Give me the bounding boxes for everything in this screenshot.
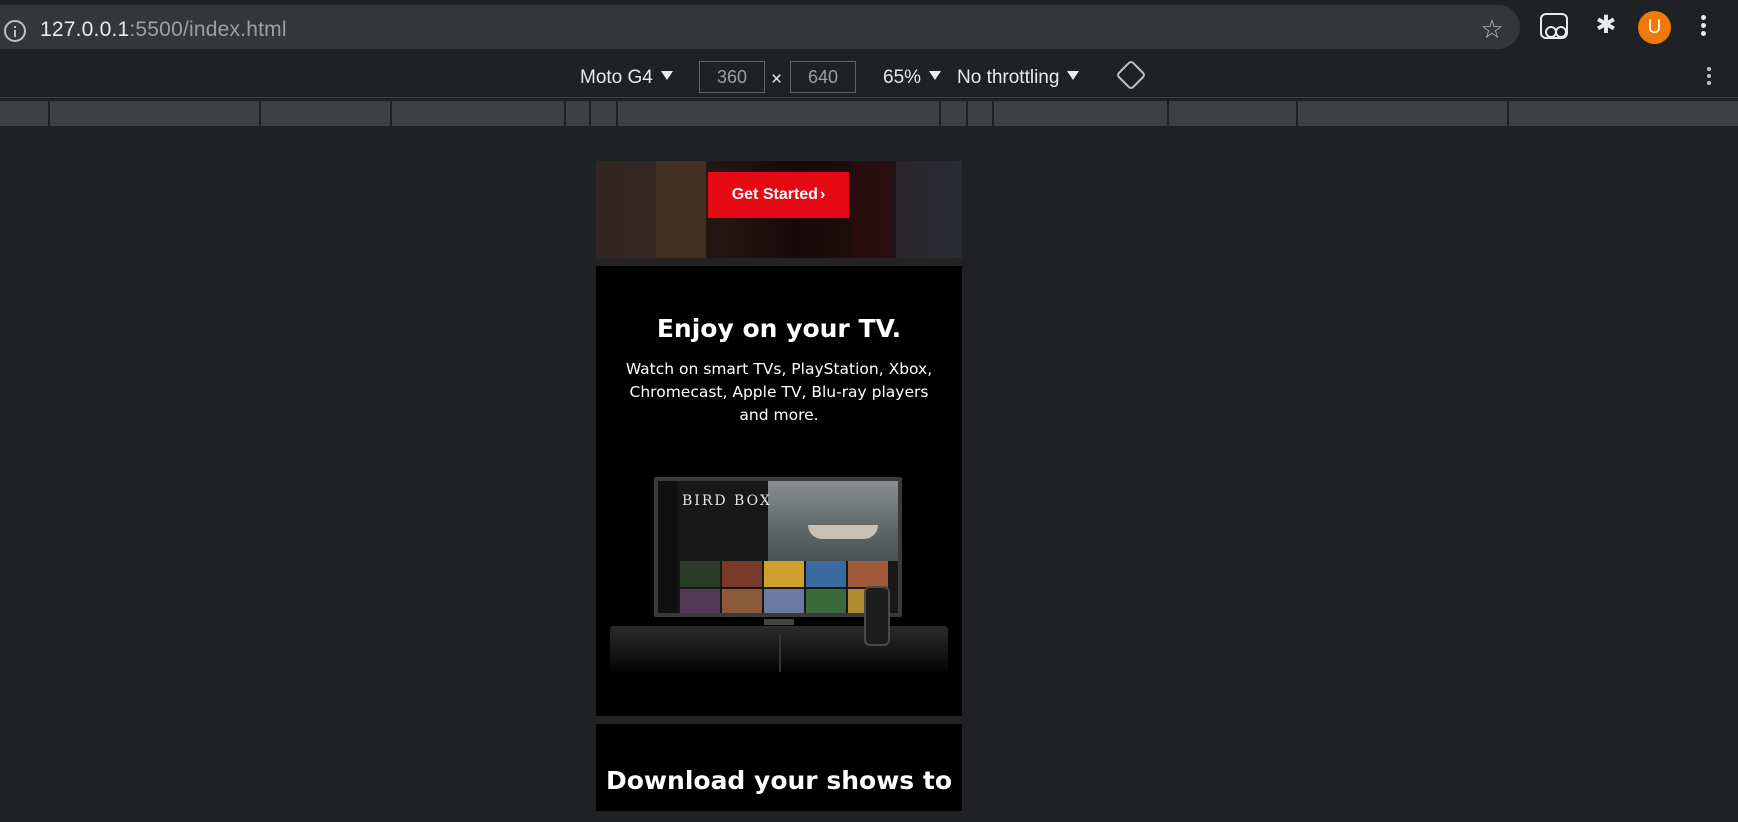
hero-section: Get Started › <box>596 161 962 258</box>
tv-thumb <box>722 561 762 587</box>
extension-icon[interactable] <box>1540 13 1568 39</box>
url-path: :5500/index.html <box>129 18 287 41</box>
tv-thumb <box>806 589 846 613</box>
zoom-value: 65% <box>883 67 922 88</box>
tv-section: Enjoy on your TV. Watch on smart TVs, Pl… <box>596 266 962 716</box>
get-started-label: Get Started <box>731 186 818 203</box>
ruler-segment[interactable] <box>589 101 591 126</box>
device-toolbar: Moto G4 360 × 640 65% No throttling <box>0 52 1738 98</box>
tv-section-title: Enjoy on your TV. <box>656 314 902 343</box>
ruler-segment[interactable] <box>1507 101 1509 126</box>
device-select[interactable]: Moto G4 <box>580 67 673 89</box>
address-bar[interactable]: 127.0.0.1:5500/index.html ☆ <box>0 5 1520 49</box>
zoom-select[interactable]: 65% <box>883 67 942 89</box>
tv-screen-title: BIRD BOX <box>682 493 772 509</box>
ruler-segment[interactable] <box>992 101 994 126</box>
tv-thumb <box>848 561 888 587</box>
profile-avatar[interactable]: U <box>1638 11 1671 44</box>
ruler-segment[interactable] <box>1296 101 1298 126</box>
throttling-select[interactable]: No throttling <box>957 67 1080 89</box>
zoom-dropdown-icon <box>929 71 942 80</box>
tv-thumb <box>764 561 804 587</box>
media-query-ruler[interactable] <box>0 101 1738 126</box>
remote-control <box>864 586 890 646</box>
device-viewport: Get Started › Enjoy on your TV. Watch on … <box>596 161 962 811</box>
chevron-right-icon: › <box>819 186 826 203</box>
browser-toolbar: 127.0.0.1:5500/index.html ☆ ✱ U <box>0 0 1738 52</box>
extensions-puzzle-icon[interactable]: ✱ <box>1592 11 1620 39</box>
url-host: 127.0.0.1 <box>40 18 130 41</box>
section-divider <box>596 258 962 266</box>
ruler-segment[interactable] <box>259 101 261 126</box>
width-input[interactable]: 360 <box>699 61 765 93</box>
section-divider <box>596 716 962 724</box>
tv-section-text: Watch on smart TVs, PlayStation, Xbox, C… <box>625 360 933 424</box>
tv-stand-divider <box>779 634 781 672</box>
ruler-segment[interactable] <box>616 101 618 126</box>
height-input[interactable]: 640 <box>790 61 856 93</box>
device-dropdown-icon <box>660 71 673 80</box>
tv-thumb <box>680 561 720 587</box>
tv-thumb <box>722 589 762 613</box>
ruler-segment[interactable] <box>939 101 941 126</box>
download-section-title: Download your shows to <box>606 766 952 795</box>
tv-sidebar <box>658 481 678 613</box>
tv-thumb <box>680 589 720 613</box>
throttling-dropdown-icon <box>1067 71 1080 80</box>
ruler-segment[interactable] <box>48 101 50 126</box>
site-info-icon[interactable] <box>4 20 26 42</box>
download-section: Download your shows to <box>596 724 962 811</box>
ruler-segment[interactable] <box>390 101 392 126</box>
get-started-button[interactable]: Get Started › <box>708 172 849 218</box>
ruler-segment[interactable] <box>1167 101 1169 126</box>
tv-thumb <box>806 561 846 587</box>
tv-scene <box>768 481 898 561</box>
tv-thumb <box>764 589 804 613</box>
browser-menu-icon[interactable] <box>1698 13 1708 41</box>
tv-boat <box>808 525 878 539</box>
tv-foot <box>764 619 794 625</box>
dimension-separator: × <box>771 69 783 90</box>
ruler-segment[interactable] <box>564 101 566 126</box>
url-text[interactable]: 127.0.0.1:5500/index.html <box>40 18 287 42</box>
ruler-segment[interactable] <box>966 101 968 126</box>
device-name: Moto G4 <box>580 67 653 88</box>
bookmark-star-icon[interactable]: ☆ <box>1478 15 1506 43</box>
device-toolbar-menu-icon[interactable] <box>1705 66 1713 90</box>
throttling-value: No throttling <box>957 67 1060 88</box>
